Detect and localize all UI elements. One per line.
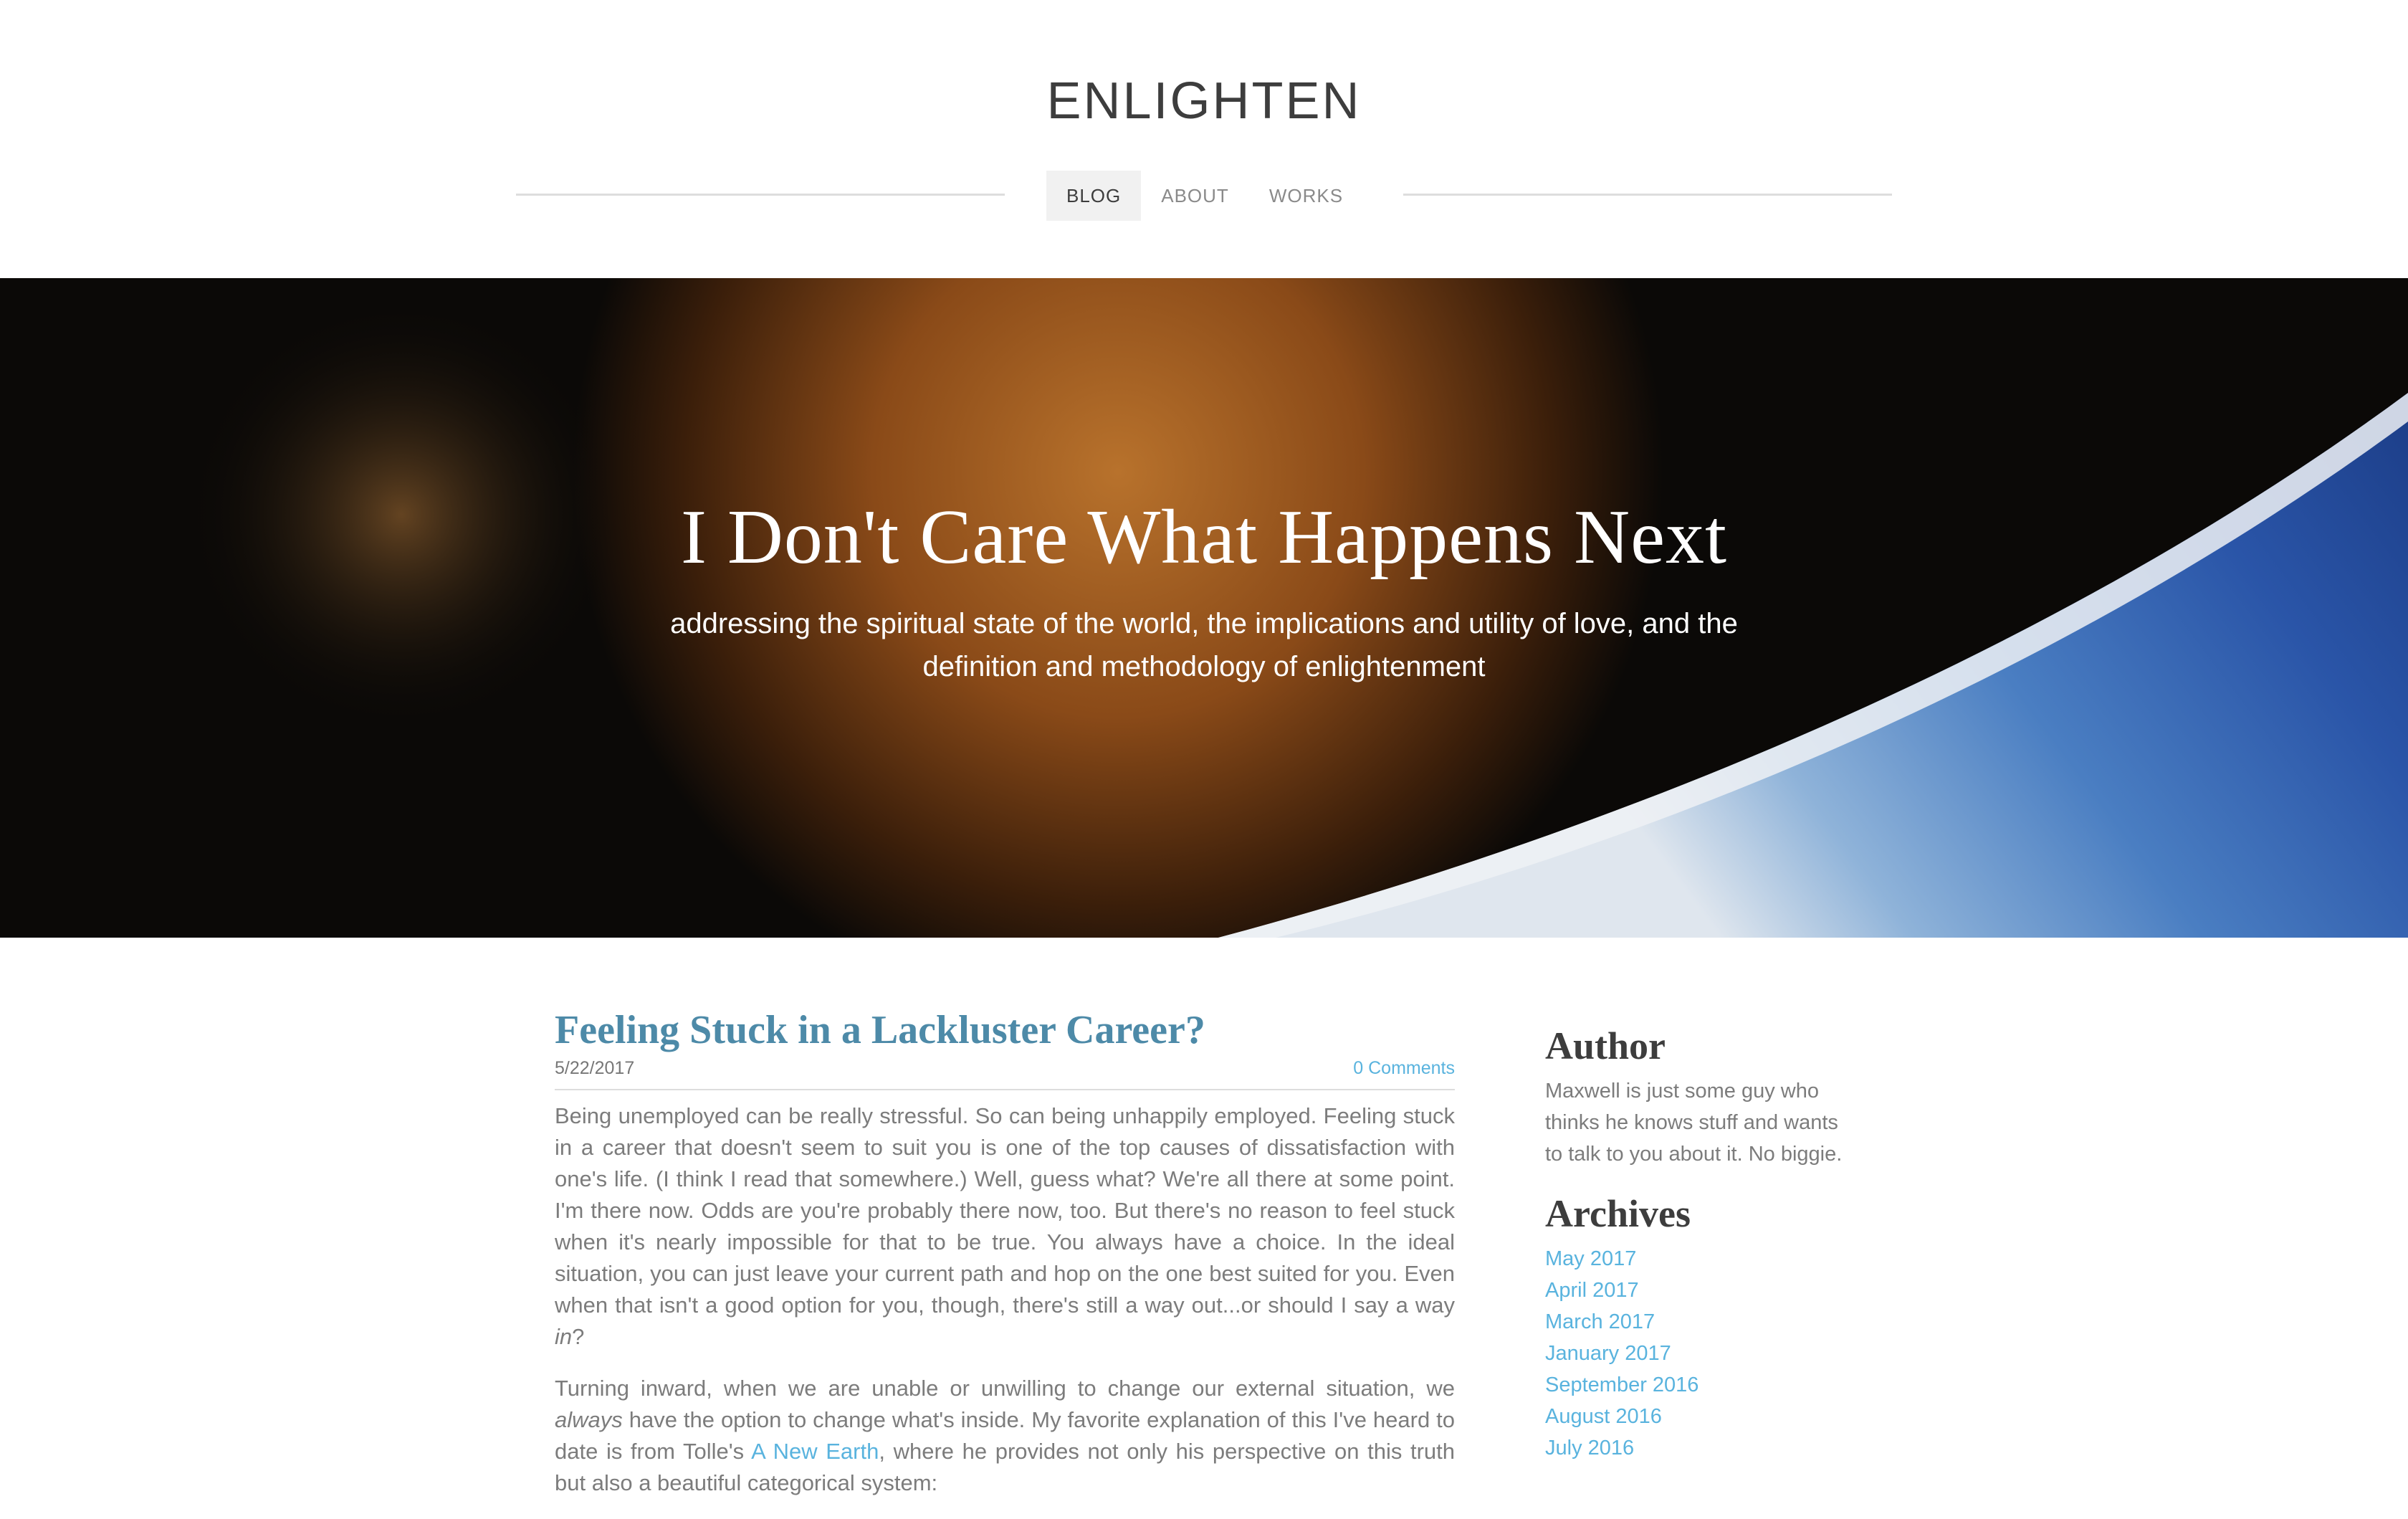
nav-item-blog[interactable]: BLOG xyxy=(1046,171,1142,221)
nav-divider-left xyxy=(516,194,1005,196)
post-paragraph: Turning inward, when we are unable or un… xyxy=(555,1373,1455,1499)
archive-link-march-2017[interactable]: March 2017 xyxy=(1545,1306,1860,1338)
paragraph-text: Being unemployed can be really stressful… xyxy=(555,1103,1455,1318)
author-heading: Author xyxy=(1545,1024,1666,1067)
archive-link-may-2017[interactable]: May 2017 xyxy=(1545,1243,1860,1275)
blog-post: Feeling Stuck in a Lackluster Career? 5/… xyxy=(555,1004,1455,1519)
archive-link-july-2016[interactable]: July 2016 xyxy=(1545,1432,1860,1464)
archives-heading: Archives xyxy=(1545,1192,1691,1235)
paragraph-text: Turning inward, when we are unable or un… xyxy=(555,1376,1455,1401)
archive-link-january-2017[interactable]: January 2017 xyxy=(1545,1338,1860,1369)
hero-subtitle: addressing the spiritual state of the wo… xyxy=(670,608,1738,682)
nav-item-about[interactable]: ABOUT xyxy=(1141,171,1249,221)
archive-link-september-2016[interactable]: September 2016 xyxy=(1545,1369,1860,1401)
site-title[interactable]: ENLIGHTEN xyxy=(0,72,2408,130)
post-title[interactable]: Feeling Stuck in a Lackluster Career? xyxy=(555,1004,1455,1057)
post-body: Being unemployed can be really stressful… xyxy=(555,1100,1455,1499)
emphasis-text: in xyxy=(555,1324,573,1349)
archives-list: May 2017 April 2017 March 2017 January 2… xyxy=(1545,1243,1860,1464)
post-meta: 5/22/2017 0 Comments xyxy=(555,1058,1455,1090)
emphasis-text: always xyxy=(555,1407,623,1432)
nav-divider-right xyxy=(1403,194,1892,196)
main-nav: BLOG ABOUT WORKS xyxy=(1046,171,1363,221)
comments-link[interactable]: 0 Comments xyxy=(1353,1058,1455,1079)
archive-link-april-2017[interactable]: April 2017 xyxy=(1545,1275,1860,1306)
post-date: 5/22/2017 xyxy=(555,1058,635,1078)
hero-banner: I Don't Care What Happens Next addressin… xyxy=(0,278,2408,938)
author-bio: Maxwell is just some guy who thinks he k… xyxy=(1545,1080,1843,1166)
post-paragraph: Being unemployed can be really stressful… xyxy=(555,1100,1455,1353)
nav-item-works[interactable]: WORKS xyxy=(1249,171,1363,221)
paragraph-text: ? xyxy=(572,1324,585,1349)
hero-title: I Don't Care What Happens Next xyxy=(680,495,1728,580)
book-link[interactable]: A New Earth xyxy=(751,1439,879,1464)
archive-link-august-2016[interactable]: August 2016 xyxy=(1545,1401,1860,1432)
sidebar: Author Maxwell is just some guy who thin… xyxy=(1545,1024,1860,1464)
site-header: ENLIGHTEN BLOG ABOUT WORKS xyxy=(0,0,2408,278)
